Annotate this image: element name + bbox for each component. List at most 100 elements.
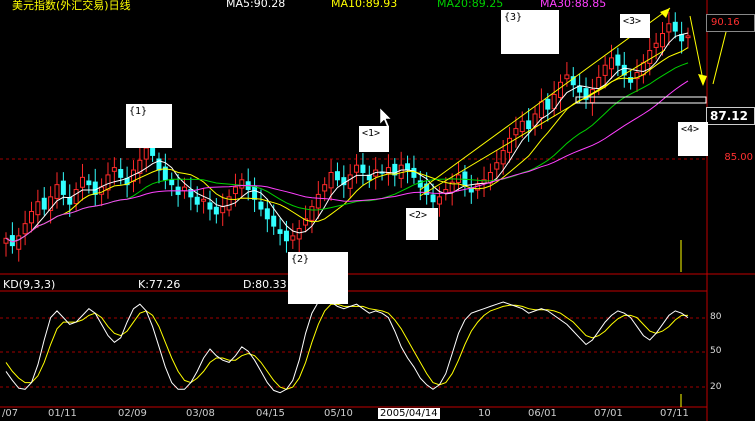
candle-body	[405, 163, 411, 171]
candle-body	[111, 167, 117, 172]
ma5-legend: MA5:90.28	[226, 0, 286, 10]
date-tick-label: 2005/04/14	[378, 408, 440, 419]
candle-body	[79, 176, 85, 188]
annotation-box-4: <2>	[406, 208, 438, 240]
candle-body	[143, 147, 149, 160]
candle-body	[315, 193, 321, 209]
candle-body	[558, 81, 564, 98]
date-tick-label: 01/11	[48, 408, 77, 419]
candle-body	[609, 57, 615, 70]
candle-body	[86, 180, 92, 186]
candle-body	[545, 98, 551, 110]
candle-body	[640, 62, 646, 76]
candle-body	[647, 50, 653, 64]
candle-body	[519, 120, 525, 133]
candle-body	[296, 228, 302, 240]
kd-d-line	[5, 303, 688, 390]
date-tick-label: 10	[478, 408, 491, 419]
candle-body	[28, 210, 34, 224]
mouse-cursor-icon	[379, 107, 392, 128]
candle-body	[347, 174, 353, 189]
candle-body	[494, 162, 500, 170]
candle-body	[430, 194, 436, 203]
price-top-label: 90.16	[711, 17, 740, 28]
candle-body	[213, 206, 219, 215]
candle-body	[201, 198, 207, 202]
ma30-legend: MA30:88.85	[540, 0, 607, 10]
candle-body	[660, 33, 666, 48]
candle-body	[41, 197, 47, 210]
date-tick-label: 07/01	[594, 408, 623, 419]
kd-axis-50: 50	[710, 346, 722, 356]
annotation-box-3: {2}	[288, 252, 348, 304]
price-top-box: 90.16	[706, 14, 755, 32]
chart-stage: 美元指数(外汇交易)日线 MA5:90.28 MA10:89.93 MA20:8…	[0, 0, 755, 421]
candle-body	[398, 164, 404, 179]
date-tick-label: 05/10	[324, 408, 353, 419]
candle-body	[411, 167, 417, 178]
candle-body	[653, 42, 659, 48]
candle-body	[181, 186, 187, 192]
candle-body	[589, 89, 595, 104]
ma20-legend: MA20:89.25	[437, 0, 504, 10]
date-tick-label: 02/09	[118, 408, 147, 419]
candle-body	[54, 184, 60, 199]
kd-axis-80: 80	[710, 312, 722, 322]
candle-body	[220, 206, 226, 214]
candle-body	[462, 171, 468, 186]
chart-title: 美元指数(外汇交易)日线	[12, 0, 131, 12]
candle-body	[239, 179, 245, 189]
candlestick-chart	[0, 0, 755, 421]
kd-k-line	[5, 299, 689, 394]
candle-body	[354, 164, 360, 173]
current-price-label: 87.12	[710, 109, 748, 123]
candle-body	[436, 196, 442, 205]
date-tick-label: /07	[2, 408, 19, 419]
candle-body	[232, 186, 238, 195]
candle-body	[615, 54, 621, 66]
annotation-box-5: {3}	[501, 10, 559, 54]
candle-body	[258, 201, 264, 210]
candle-body	[169, 179, 175, 186]
candle-body	[526, 120, 532, 130]
kd-label: KD(9,3,3)	[3, 278, 56, 291]
candle-body	[264, 208, 270, 220]
date-tick-label: 04/15	[256, 408, 285, 419]
candle-body	[67, 197, 73, 205]
candle-body	[666, 23, 672, 33]
candle-body	[290, 235, 296, 241]
candle-body	[60, 180, 66, 195]
annotation-box-6: <3>	[620, 14, 650, 38]
candle-body	[685, 35, 691, 39]
candle-body	[360, 164, 366, 173]
candle-body	[118, 169, 124, 178]
candle-body	[22, 223, 28, 235]
kd-k-value: K:77.26	[138, 278, 181, 291]
date-axis: /07 01/11 02/09 03/08 04/15 05/10 2005/04/14 10…	[0, 407, 708, 421]
candle-body	[16, 235, 22, 250]
candle-body	[596, 76, 602, 90]
candle-body	[252, 185, 258, 200]
candle-body	[564, 74, 570, 80]
arrow-down-line	[689, 15, 704, 81]
candle-body	[468, 187, 474, 193]
candle-body	[551, 93, 557, 110]
candle-body	[507, 137, 513, 153]
candle-body	[602, 64, 608, 76]
ma10-legend: MA10:89.93	[331, 0, 398, 10]
candle-body	[271, 215, 277, 227]
candle-body	[194, 196, 200, 205]
candle-body	[283, 230, 289, 242]
ma5-line	[5, 32, 689, 243]
candle-body	[99, 186, 105, 195]
candle-body	[334, 171, 340, 181]
annotation-box-1: {1}	[126, 104, 172, 148]
candle-body	[672, 21, 678, 32]
kd-d-value: D:80.33	[243, 278, 287, 291]
candle-body	[207, 202, 213, 210]
date-tick-label: 06/01	[528, 408, 557, 419]
candle-body	[35, 201, 41, 216]
candle-body	[513, 128, 519, 136]
candle-body	[73, 189, 79, 205]
annotation-box-2: <1>	[359, 126, 389, 152]
